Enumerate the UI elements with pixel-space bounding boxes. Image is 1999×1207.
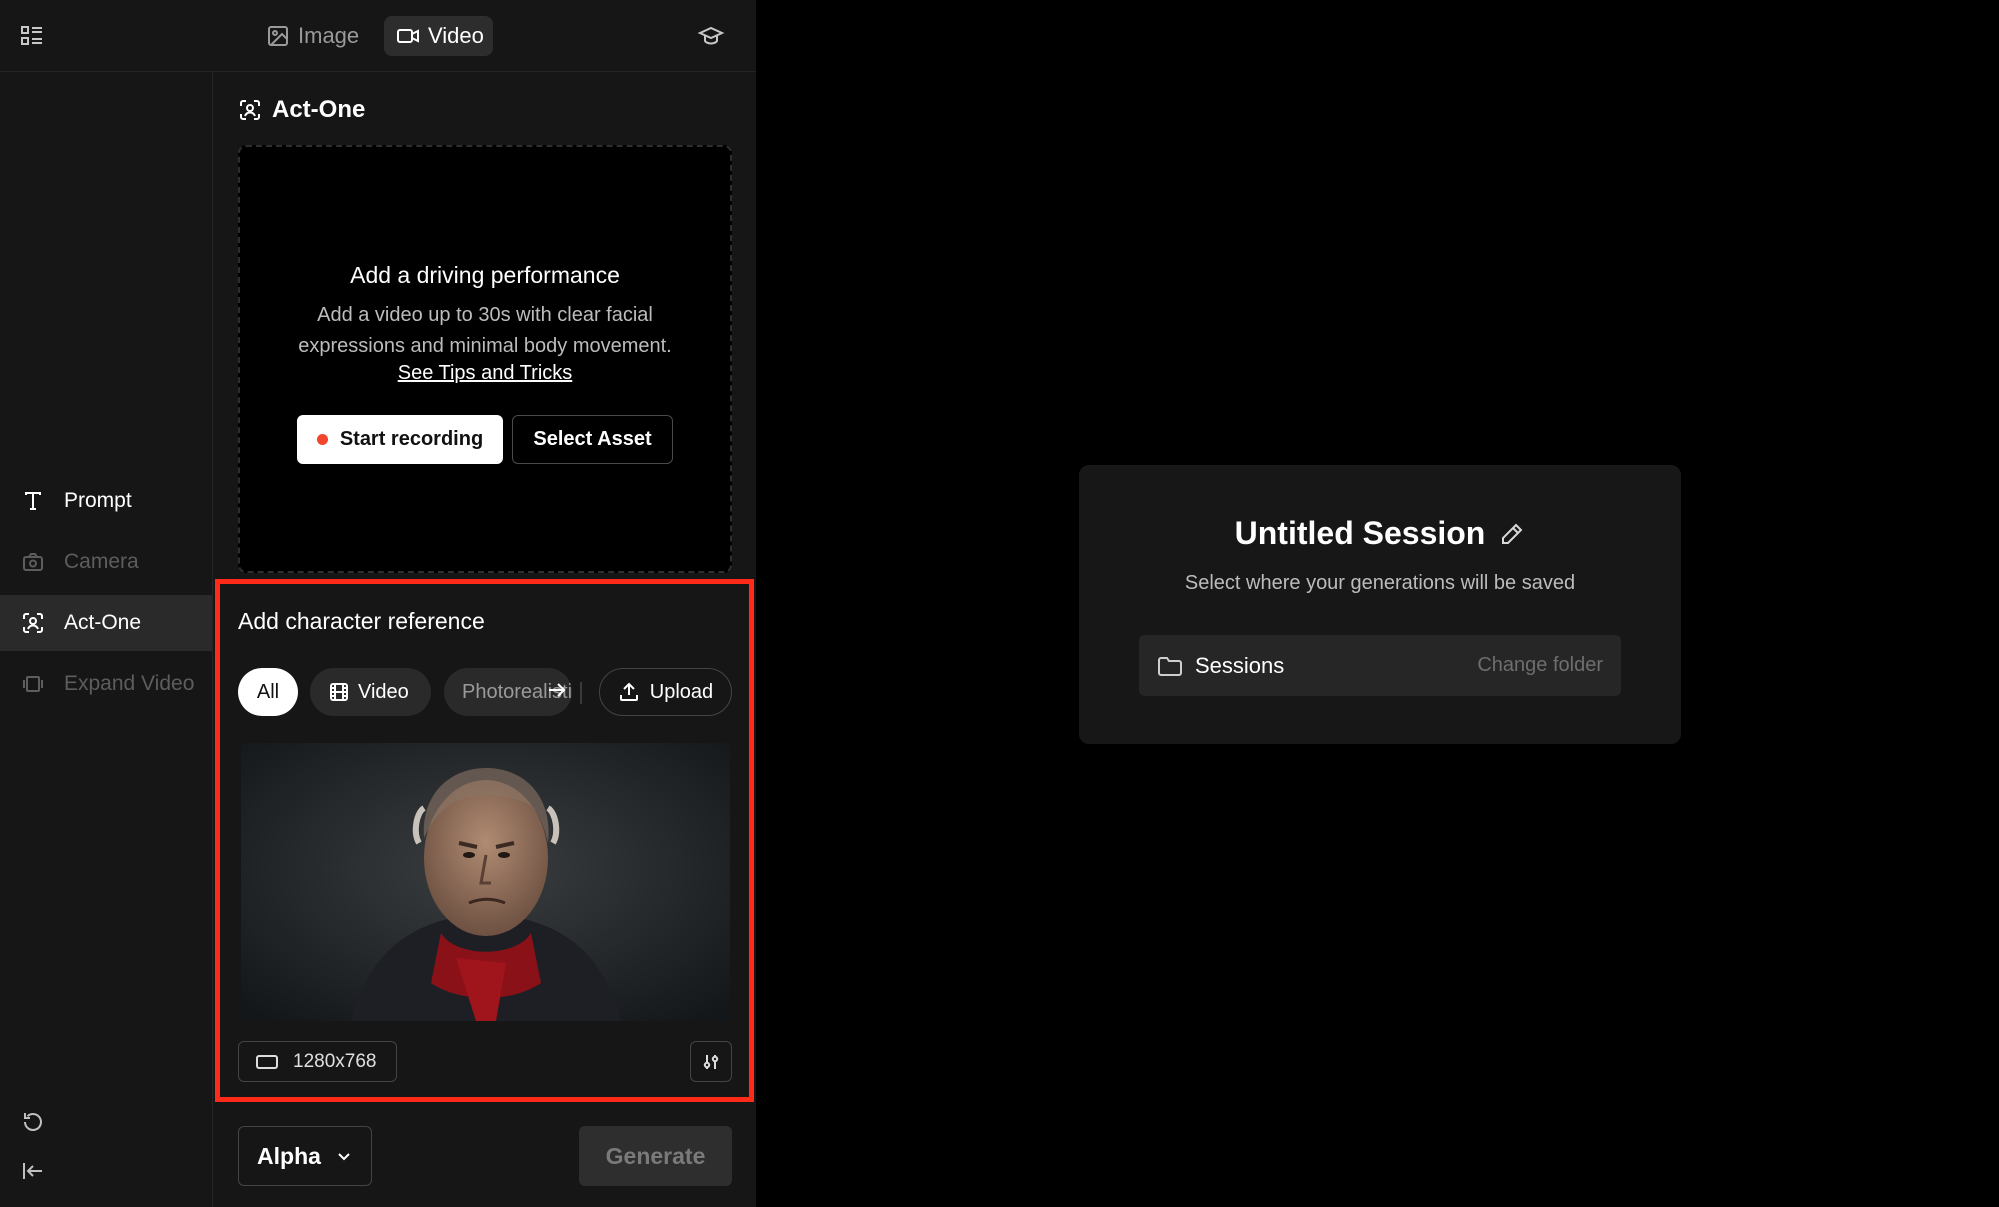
select-asset-button[interactable]: Select Asset xyxy=(512,415,673,464)
chevron-down-icon xyxy=(335,1147,353,1165)
character-reference-image[interactable] xyxy=(241,743,730,1021)
face-scan-icon xyxy=(238,98,262,122)
model-select[interactable]: Alpha xyxy=(238,1126,372,1186)
upload-icon xyxy=(618,681,640,703)
dropzone-title: Add a driving performance xyxy=(350,262,620,288)
model-label: Alpha xyxy=(257,1142,321,1169)
filter-video-chip[interactable]: Video xyxy=(310,668,431,716)
video-camera-icon xyxy=(396,24,420,48)
tab-image[interactable]: Image xyxy=(254,16,371,56)
tips-link[interactable]: See Tips and Tricks xyxy=(238,362,732,385)
chip-divider xyxy=(580,682,582,704)
panel-title-label: Act-One xyxy=(272,96,366,123)
record-dot-icon xyxy=(316,434,328,445)
dropzone-description: Add a video up to 30s with clear facial … xyxy=(298,304,672,357)
sidebar-item-label: Camera xyxy=(64,550,139,573)
folder-icon xyxy=(1157,654,1183,678)
start-recording-button[interactable]: Start recording xyxy=(297,415,503,464)
sidebar-item-expand-video[interactable]: Expand Video xyxy=(0,656,212,712)
filter-video-label: Video xyxy=(358,680,409,703)
session-card xyxy=(1079,465,1681,744)
sidebar-item-label: Act-One xyxy=(64,611,142,634)
generate-button[interactable]: Generate xyxy=(579,1126,732,1186)
scroll-right-arrow-icon[interactable] xyxy=(545,678,569,702)
tab-video-label: Video xyxy=(428,23,484,48)
face-scan-icon xyxy=(20,610,46,636)
film-icon xyxy=(328,681,350,703)
upload-label: Upload xyxy=(649,680,714,703)
folder-name: Sessions xyxy=(1195,652,1285,678)
sidebar-item-label: Expand Video xyxy=(64,672,195,695)
session-subtitle: Select where your generations will be sa… xyxy=(1184,572,1576,594)
aspect-ratio-icon xyxy=(255,1053,279,1071)
tab-image-label: Image xyxy=(298,23,360,48)
pencil-icon[interactable] xyxy=(1499,521,1525,547)
resolution-chip[interactable]: 1280x768 xyxy=(238,1041,397,1082)
change-folder-button[interactable]: Change folder xyxy=(1477,654,1603,677)
top-bar xyxy=(0,0,756,72)
sidebar-item-label: Prompt xyxy=(64,489,132,512)
sidebar-item-camera[interactable]: Camera xyxy=(0,534,212,590)
folder-row[interactable]: Sessions Change folder xyxy=(1139,635,1621,696)
camera-icon xyxy=(20,549,46,575)
graduation-cap-icon[interactable] xyxy=(697,22,725,50)
panel-title: Act-One xyxy=(238,96,365,124)
adjust-button[interactable] xyxy=(690,1041,732,1082)
resolution-label: 1280x768 xyxy=(293,1050,377,1072)
session-title: Untitled Session xyxy=(1079,515,1681,552)
sidebar-item-prompt[interactable]: Prompt xyxy=(0,473,212,529)
image-icon xyxy=(266,24,290,48)
session-title-label: Untitled Session xyxy=(1234,515,1486,551)
collapse-sidebar-icon[interactable] xyxy=(20,1158,46,1184)
tab-video[interactable]: Video xyxy=(384,16,493,56)
upload-button[interactable]: Upload xyxy=(599,668,732,716)
character-reference-title: Add character reference xyxy=(238,608,485,634)
start-recording-label: Start recording xyxy=(339,428,484,450)
text-icon xyxy=(20,488,46,514)
filter-all-chip[interactable]: All xyxy=(238,668,298,716)
menu-grid-icon[interactable] xyxy=(18,22,46,50)
undo-icon[interactable] xyxy=(20,1109,46,1135)
adjust-icon xyxy=(701,1052,721,1072)
expand-icon xyxy=(20,671,46,697)
sidebar-item-act-one[interactable]: Act-One xyxy=(0,595,212,651)
